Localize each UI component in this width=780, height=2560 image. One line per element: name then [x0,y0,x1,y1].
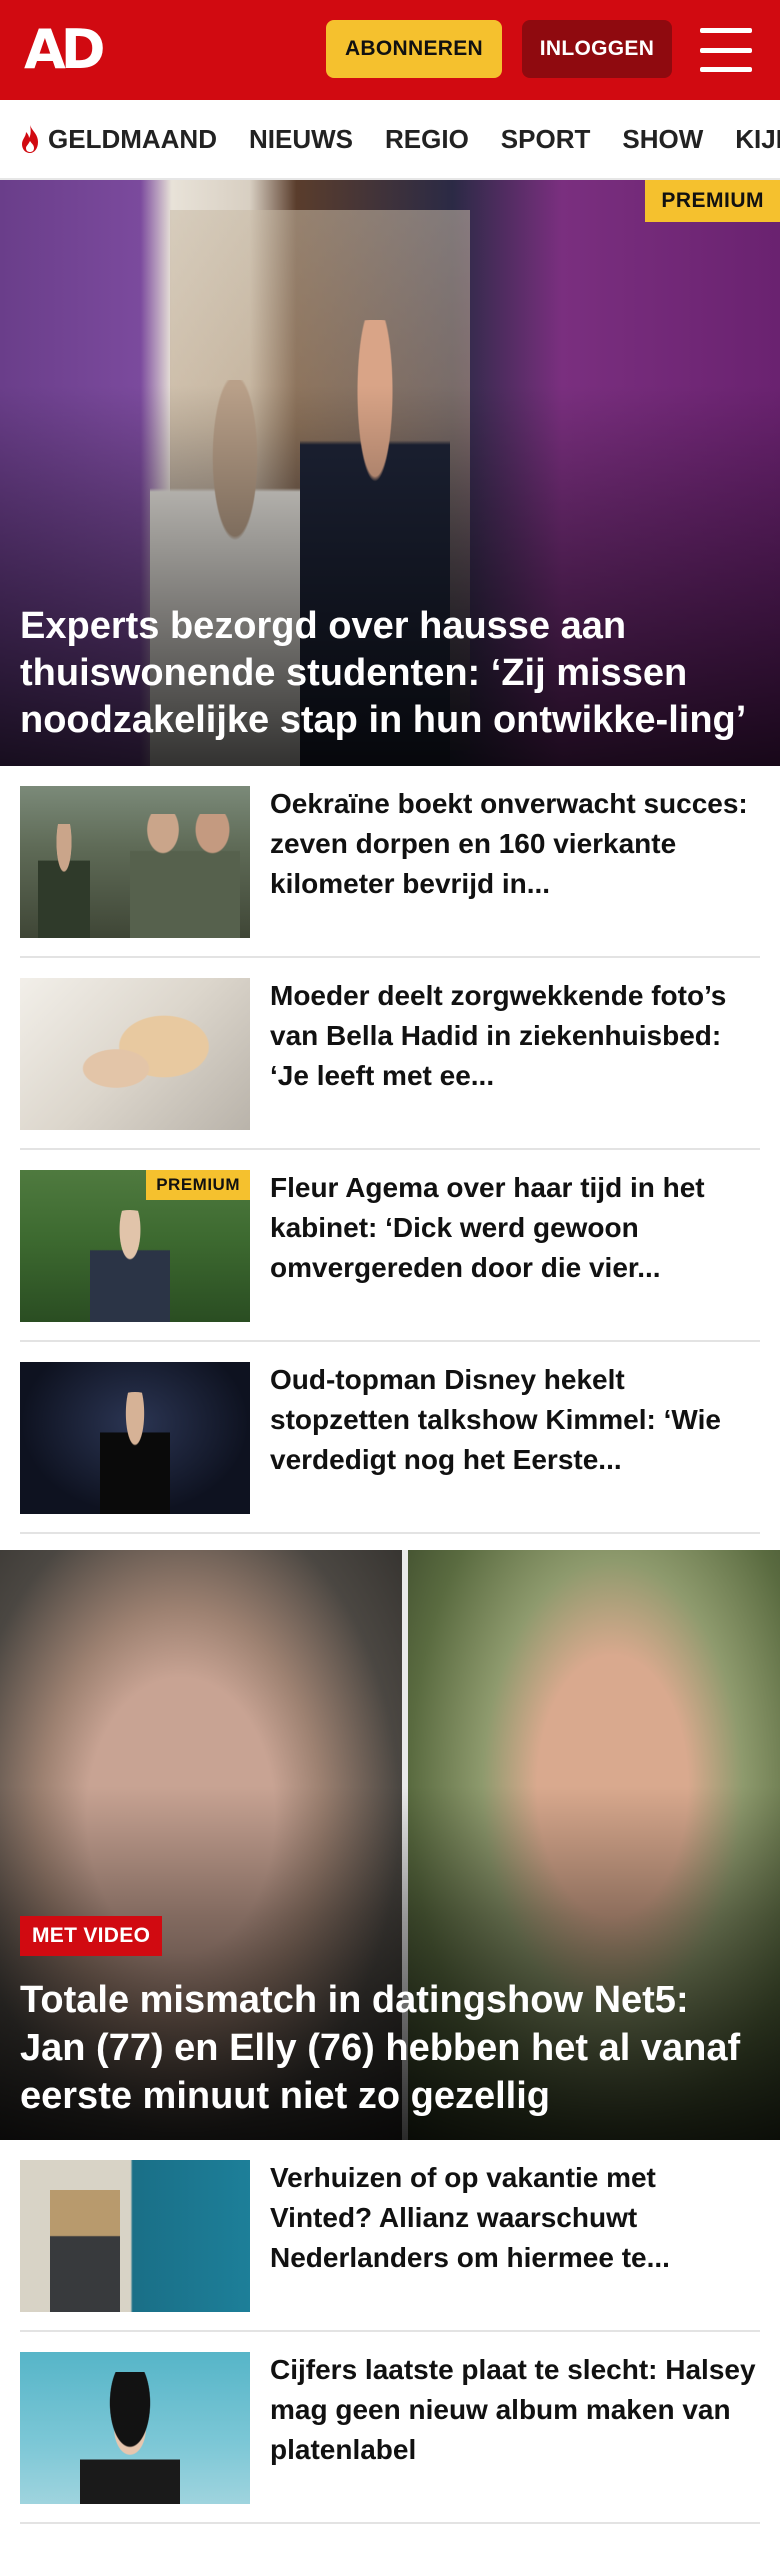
flame-icon [22,125,38,153]
article-headline[interactable]: Fleur Agema over haar tijd in het kabine… [270,1168,760,1288]
nav-item-show[interactable]: SHOW [622,124,703,155]
article-thumbnail [20,978,250,1130]
article-headline[interactable]: Oekraïne boekt onverwacht succes: zeven … [270,784,760,904]
premium-badge: PREMIUM [645,180,780,222]
logo-text: AD [24,18,106,81]
article-thumbnail [20,2160,250,2312]
video-feature-article[interactable]: MET VIDEO Totale mismatch in datingshow … [0,1550,780,2140]
hero-headline[interactable]: Experts bezorgd over hausse aan thuiswon… [20,603,760,744]
list-item[interactable]: Cijfers laatste plaat te slecht: Halsey … [20,2332,760,2524]
article-thumbnail: PREMIUM [20,1170,250,1322]
feature-headline[interactable]: Totale mismatch in datingshow Net5: Jan … [20,1976,760,2120]
video-badge: MET VIDEO [20,1916,163,1956]
list-item[interactable]: Verhuizen of op vakantie met Vinted? All… [20,2140,760,2332]
article-headline[interactable]: Moeder deelt zorgwekkende foto’s van Bel… [270,976,760,1096]
menu-bar [700,47,752,53]
list-item[interactable]: Oud-topman Disney hekelt stopzetten talk… [20,1342,760,1534]
list-item[interactable]: PREMIUM Fleur Agema over haar tijd in he… [20,1150,760,1342]
subscribe-button[interactable]: ABONNEREN [326,20,502,78]
hamburger-menu-icon[interactable] [698,24,754,76]
nav-item-geldmaand[interactable]: GELDMAAND [18,124,217,155]
article-headline[interactable]: Cijfers laatste plaat te slecht: Halsey … [270,2350,760,2470]
article-thumbnail [20,2352,250,2504]
menu-bar [700,67,752,72]
nav-item-nieuws[interactable]: NIEUWS [249,124,353,155]
premium-badge: PREMIUM [146,1170,250,1200]
article-headline[interactable]: Verhuizen of op vakantie met Vinted? All… [270,2158,760,2278]
nav-label: GELDMAAND [48,123,217,154]
article-headline[interactable]: Oud-topman Disney hekelt stopzetten talk… [270,1360,760,1480]
nav-item-sport[interactable]: SPORT [501,124,591,155]
nav-item-regio[interactable]: REGIO [385,124,469,155]
article-thumbnail [20,786,250,938]
list-item[interactable]: Moeder deelt zorgwekkende foto’s van Bel… [20,958,760,1150]
hero-article[interactable]: PREMIUM Experts bezorgd over hausse aan … [0,180,780,766]
ad-logo[interactable]: AD [24,18,106,81]
top-bar: AD ABONNEREN INLOGGEN [0,0,780,100]
list-item[interactable]: Oekraïne boekt onverwacht succes: zeven … [20,766,760,958]
article-thumbnail [20,1362,250,1514]
login-button[interactable]: INLOGGEN [522,20,672,78]
nav-item-kijk[interactable]: KIJK [735,124,780,155]
menu-bar [700,28,752,33]
section-nav: GELDMAAND NIEUWS REGIO SPORT SHOW KIJK [0,100,780,180]
